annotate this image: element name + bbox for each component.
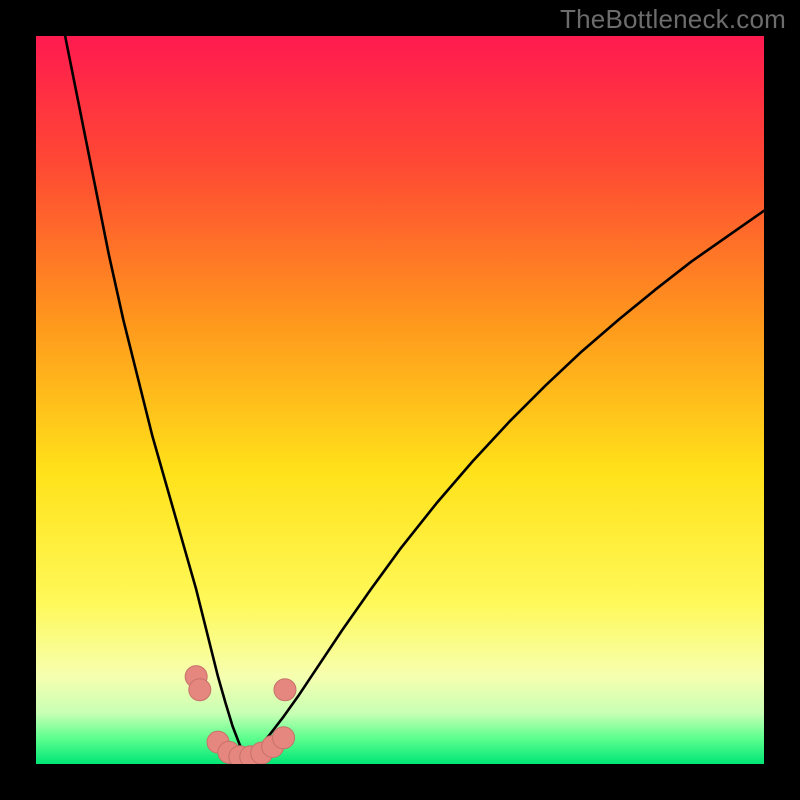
curve-marker [189,679,211,701]
watermark-text: TheBottleneck.com [560,4,786,35]
curve-markers [185,666,296,764]
plot-area [36,36,764,764]
bottleneck-curve [65,36,764,757]
curve-marker [274,679,296,701]
curve-marker [273,727,295,749]
chart-svg [36,36,764,764]
app-frame: TheBottleneck.com [0,0,800,800]
